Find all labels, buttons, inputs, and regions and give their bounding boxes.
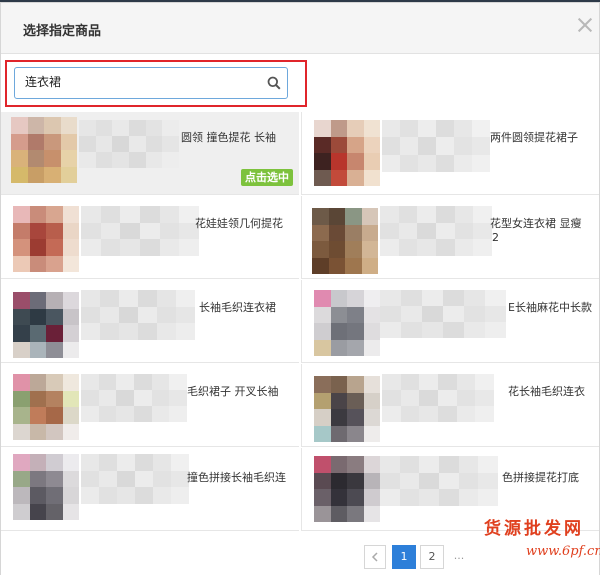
product-thumbnail — [314, 290, 380, 356]
product-item[interactable]: 两件圆领提花裙子 — [301, 112, 599, 195]
product-item[interactable]: E长袖麻花中长款 — [301, 280, 599, 363]
product-item[interactable]: 花娃娃领几何提花 — [1, 196, 299, 279]
dialog-header: 选择指定商品 — [1, 3, 599, 54]
product-item[interactable]: 撞色拼接长袖毛织连 — [1, 448, 299, 531]
select-product-button[interactable]: 点击选中 — [241, 169, 293, 186]
product-name: 两件圆领提花裙子 — [490, 131, 578, 144]
product-item[interactable]: 圆领 撞色提花 长袖 点击选中 — [1, 112, 299, 195]
product-thumbnail — [13, 206, 79, 272]
product-image-blur — [380, 206, 492, 256]
watermark-line2: www.6pf.cn — [526, 544, 600, 559]
page-2-button[interactable]: 2 — [420, 545, 444, 569]
product-thumbnail — [13, 454, 79, 520]
product-image-blur — [81, 290, 195, 340]
dialog-title: 选择指定商品 — [23, 24, 102, 39]
product-image-blur — [380, 290, 506, 338]
product-name: 圆领 撞色提花 长袖 — [181, 131, 276, 144]
site-watermark: 货源批发网 www.6pf.cn — [484, 514, 600, 574]
product-thumbnail — [314, 120, 380, 186]
product-name-line2: 2 — [492, 231, 499, 244]
product-name: 花型女连衣裙 显瘦 — [490, 217, 582, 230]
prev-page-button[interactable] — [364, 545, 386, 569]
product-image-blur — [382, 120, 490, 172]
select-product-dialog: 选择指定商品 圆领 撞色提花 长袖 点击选中 — [0, 2, 600, 575]
product-item[interactable]: 花型女连衣裙 显瘦 2 — [301, 196, 599, 279]
product-image-blur — [81, 454, 189, 504]
product-thumbnail — [314, 456, 380, 522]
chevron-left-icon — [371, 552, 378, 562]
product-name: 色拼接提花打底 — [502, 471, 579, 484]
product-image-blur — [382, 374, 494, 422]
product-image-blur — [79, 120, 179, 168]
search-icon[interactable] — [267, 76, 281, 90]
product-item[interactable]: 花长袖毛织连衣 — [301, 364, 599, 447]
product-name: 花娃娃领几何提花 — [195, 217, 283, 230]
product-name: E长袖麻花中长款 — [508, 301, 592, 314]
product-thumbnail — [13, 292, 79, 358]
product-thumbnail — [11, 117, 77, 183]
product-item[interactable]: 毛织裙子 开叉长袖 — [1, 364, 299, 447]
product-image-blur — [380, 456, 498, 506]
product-image-blur — [81, 374, 187, 422]
product-thumbnail — [13, 374, 79, 440]
watermark-line1: 货源批发网 — [484, 519, 584, 539]
product-item[interactable]: 长袖毛织连衣裙 — [1, 280, 299, 363]
product-thumbnail — [314, 376, 380, 442]
close-icon[interactable] — [575, 15, 595, 35]
pagination-ellipsis: ... — [448, 545, 470, 569]
product-name: 撞色拼接长袖毛织连 — [187, 471, 286, 484]
product-name: 花长袖毛织连衣 — [508, 385, 585, 398]
product-thumbnail — [312, 208, 378, 274]
product-image-blur — [81, 206, 199, 256]
product-name: 毛织裙子 开叉长袖 — [187, 385, 279, 398]
search-input[interactable] — [25, 74, 245, 88]
search-box — [14, 67, 288, 99]
page-1-button[interactable]: 1 — [392, 545, 416, 569]
product-name: 长袖毛织连衣裙 — [199, 301, 276, 314]
